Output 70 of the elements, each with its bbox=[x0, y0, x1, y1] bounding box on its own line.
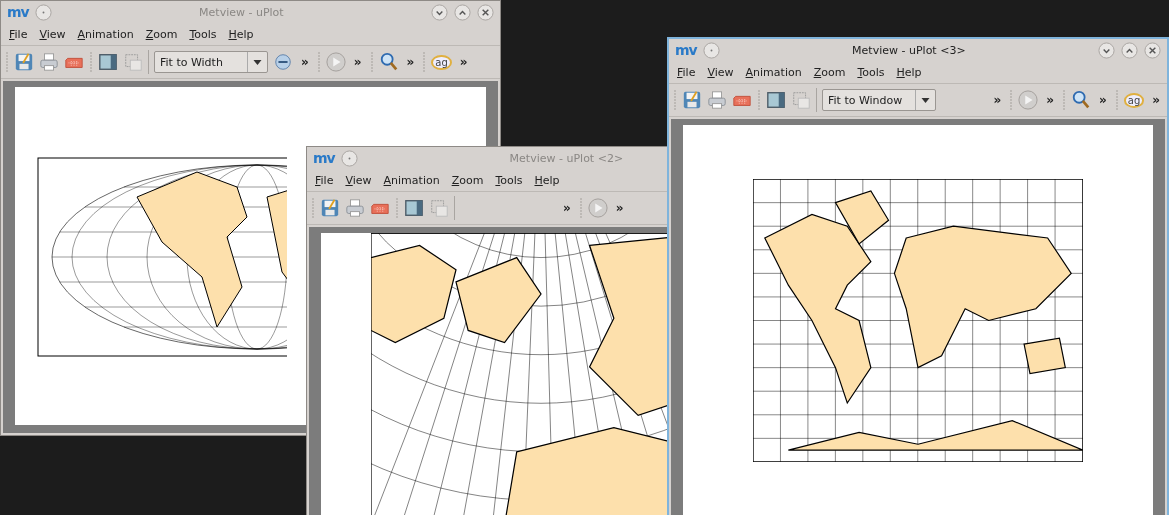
menu-item[interactable]: Animation bbox=[741, 65, 806, 79]
zoom-dropdown[interactable]: Fit to Window bbox=[822, 89, 936, 111]
toolbar-grip-icon[interactable] bbox=[422, 50, 427, 74]
toolbar-grip-icon[interactable] bbox=[1009, 88, 1014, 112]
window-title: Metview - uPlot <3> bbox=[851, 43, 967, 57]
maximize-icon[interactable] bbox=[1121, 41, 1138, 59]
menu-item[interactable]: File bbox=[673, 65, 700, 79]
toolbar-grip-icon[interactable] bbox=[369, 50, 374, 74]
window-menu-icon[interactable] bbox=[340, 149, 358, 167]
minus-circle-icon[interactable] bbox=[273, 52, 293, 72]
menu-item[interactable]: Tools bbox=[185, 27, 221, 41]
menu-item[interactable]: View bbox=[341, 173, 376, 187]
minimize-icon[interactable] bbox=[1098, 41, 1115, 59]
selection-icon[interactable] bbox=[429, 198, 449, 218]
selection-icon[interactable] bbox=[791, 90, 811, 110]
sidebar-icon[interactable] bbox=[404, 198, 424, 218]
sidebar-icon[interactable] bbox=[98, 52, 118, 72]
close-icon[interactable] bbox=[477, 3, 494, 21]
zoom-dropdown[interactable]: Fit to Width bbox=[154, 51, 268, 73]
menu-item[interactable]: Animation bbox=[73, 27, 138, 41]
menu-item[interactable]: Help bbox=[892, 65, 926, 79]
toolbar-grip-icon[interactable] bbox=[316, 50, 321, 74]
menu-item[interactable]: View bbox=[35, 27, 70, 41]
app-logo: mv bbox=[313, 150, 335, 166]
printer-icon[interactable] bbox=[345, 198, 365, 218]
menu-item[interactable]: Tools bbox=[853, 65, 889, 79]
toolbar-overflow-button[interactable]: » bbox=[1096, 93, 1110, 107]
text-label-button[interactable]: ag bbox=[431, 54, 452, 70]
menu-item[interactable]: Zoom bbox=[141, 27, 182, 41]
toolbar-grip-icon[interactable] bbox=[1114, 88, 1119, 112]
menu-item[interactable]: Help bbox=[224, 27, 258, 41]
toolbar-overflow-button[interactable]: » bbox=[350, 55, 365, 69]
toolbar-overflow-button[interactable]: » bbox=[298, 55, 312, 69]
menu-item[interactable]: File bbox=[5, 27, 32, 41]
search-icon[interactable] bbox=[378, 52, 399, 72]
maximize-icon[interactable] bbox=[454, 3, 471, 21]
toolbar-overflow-button[interactable]: » bbox=[612, 201, 627, 215]
toolbar-overflow-button[interactable]: » bbox=[560, 201, 574, 215]
window-title: Metview - uPlot bbox=[198, 5, 285, 19]
printer-icon[interactable] bbox=[707, 90, 727, 110]
menu-item[interactable]: Help bbox=[530, 173, 564, 187]
app-logo: mv bbox=[7, 4, 29, 20]
close-icon[interactable] bbox=[1144, 41, 1161, 59]
window-menu-icon[interactable] bbox=[34, 3, 52, 21]
play-icon[interactable] bbox=[587, 198, 608, 218]
toolbar-overflow-button[interactable]: » bbox=[990, 93, 1005, 107]
window-title: Metview - uPlot <2> bbox=[508, 151, 625, 165]
menu-item[interactable]: File bbox=[311, 173, 338, 187]
window-menu-icon[interactable] bbox=[702, 41, 720, 59]
menu-item[interactable]: View bbox=[703, 65, 738, 79]
caret-icon bbox=[253, 59, 262, 65]
toolbar-overflow-button[interactable]: » bbox=[1043, 93, 1057, 107]
play-icon[interactable] bbox=[325, 52, 346, 72]
play-icon[interactable] bbox=[1018, 90, 1039, 110]
caret-icon bbox=[921, 97, 930, 103]
search-icon[interactable] bbox=[1071, 90, 1091, 110]
menu-item[interactable]: Zoom bbox=[447, 173, 488, 187]
toolbar-overflow-button[interactable]: » bbox=[403, 55, 418, 69]
minimize-icon[interactable] bbox=[431, 3, 448, 21]
menu-item[interactable]: Zoom bbox=[809, 65, 850, 79]
sidebar-icon[interactable] bbox=[766, 90, 786, 110]
selection-icon[interactable] bbox=[123, 52, 143, 72]
toolbar-grip-icon[interactable] bbox=[578, 196, 583, 220]
app-logo: mv bbox=[675, 42, 697, 58]
printer-icon[interactable] bbox=[39, 52, 59, 72]
toolbar-overflow-button[interactable]: » bbox=[1149, 93, 1163, 107]
text-label-button[interactable]: ag bbox=[1123, 92, 1145, 108]
menu-item[interactable]: Animation bbox=[379, 173, 444, 187]
toolbar-overflow-button[interactable]: » bbox=[456, 55, 471, 69]
menu-item[interactable]: Tools bbox=[491, 173, 527, 187]
